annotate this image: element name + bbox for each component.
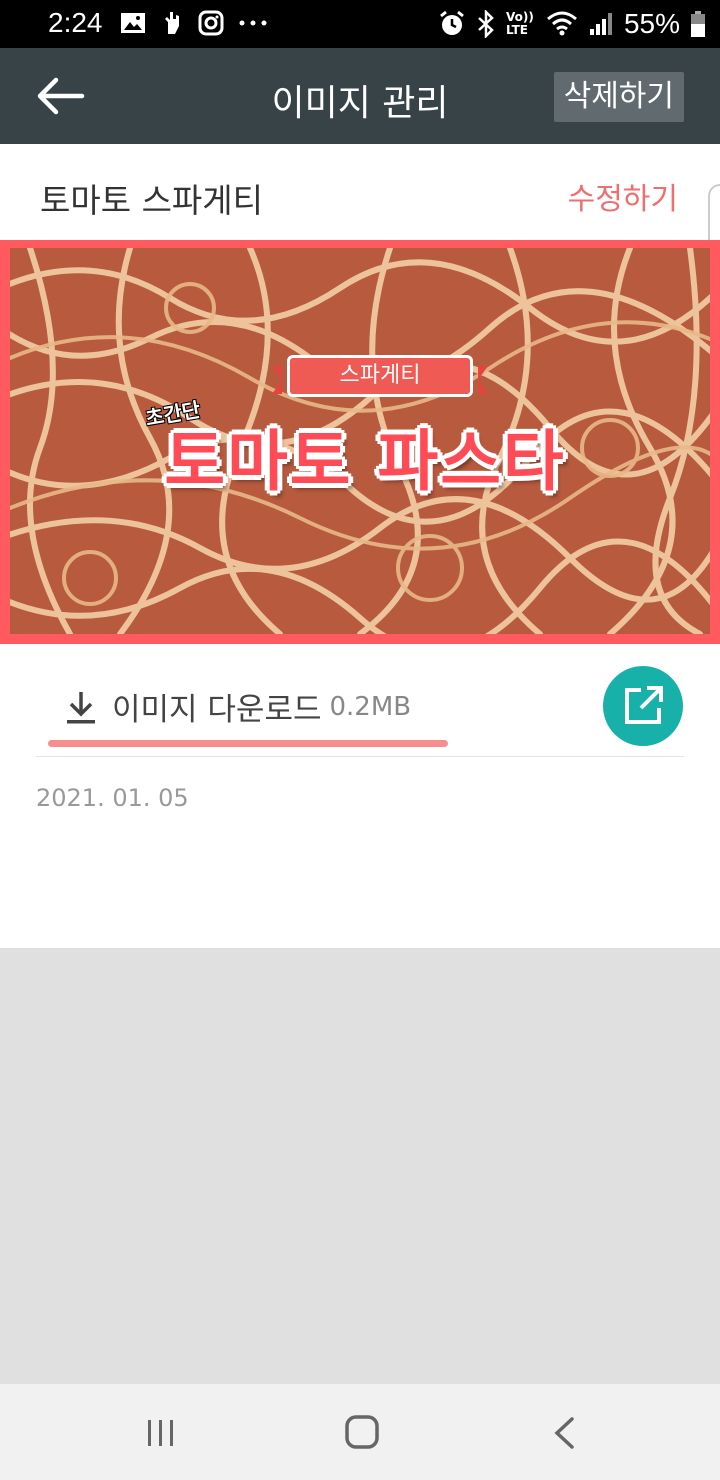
volte-icon: Vo)) LTE [505, 10, 534, 37]
image-ribbon-text: 스파게티 [272, 358, 488, 394]
image-icon [121, 13, 145, 33]
download-label: 이미지 다운로드 [112, 692, 322, 728]
image-headline-text: 토마토 파스타 [164, 423, 566, 500]
app-bar: 이미지 관리 삭제하기 [0, 48, 720, 144]
selected-image-frame[interactable]: 스파게티 초간단 토마토 파스타 [0, 240, 720, 644]
highlight-underline [48, 740, 448, 747]
download-icon [67, 691, 95, 723]
battery-percent: 55% [623, 8, 680, 39]
edit-button[interactable]: 수정하기 [568, 174, 678, 218]
nav-back-icon[interactable] [552, 1416, 576, 1450]
status-bar: 2:24 Vo)) LTE 55% [0, 0, 720, 48]
status-time: 2:24 [48, 7, 103, 38]
recent-apps-icon[interactable] [145, 1418, 177, 1448]
spaghetti-image: 스파게티 초간단 토마토 파스타 [10, 248, 710, 634]
instagram-icon [198, 10, 224, 36]
file-size: 0.2MB [329, 691, 412, 722]
more-dots-icon [239, 20, 267, 26]
content-panel: 토마토 스파게티 수정하기 스파게티 초간단 토마토 파스타 이미지 다운로드 … [0, 144, 720, 948]
battery-icon [691, 11, 705, 37]
wifi-icon [546, 11, 577, 36]
share-button[interactable] [603, 666, 683, 746]
item-title: 토마토 스파게티 [40, 181, 264, 220]
delete-button[interactable]: 삭제하기 [553, 72, 684, 122]
signal-icon [589, 13, 612, 35]
bluetooth-icon [478, 10, 494, 38]
alarm-icon [440, 10, 464, 35]
system-nav-bar [0, 1384, 720, 1480]
divider [36, 756, 684, 757]
external-link-icon [625, 686, 663, 724]
home-icon[interactable] [344, 1414, 380, 1450]
hand-icon [165, 12, 179, 34]
download-button[interactable]: 이미지 다운로드 0.2MB [64, 684, 411, 729]
date-label: 2021. 01. 05 [36, 784, 189, 812]
